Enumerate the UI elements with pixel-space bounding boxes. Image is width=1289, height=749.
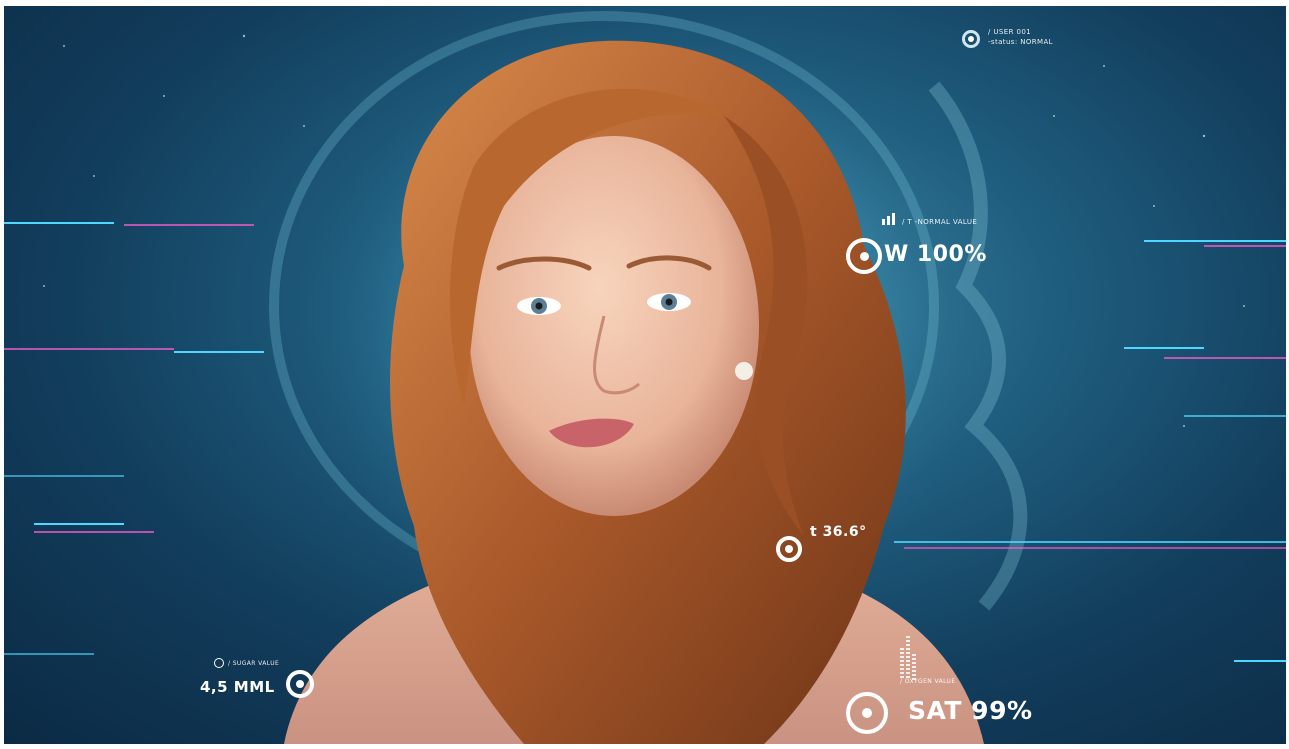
background-art: [4, 6, 1286, 744]
target-icon: [286, 670, 314, 698]
signal-bars-icon: [882, 212, 895, 230]
weight-value: W 100%: [884, 242, 987, 267]
target-icon: [846, 692, 888, 734]
weight-caption: / T -NORMAL VALUE: [902, 218, 978, 226]
target-icon: [846, 238, 882, 274]
poster-scene: / USER 001 -status: NORMAL / T -NORMAL V…: [4, 6, 1286, 744]
ring-icon: [214, 658, 224, 668]
sugar-value: 4,5 MML: [200, 678, 275, 696]
temp-value: t 36.6°: [810, 524, 867, 540]
user-status: -status: NORMAL: [988, 38, 1053, 46]
sat-value: SAT 99%: [908, 696, 1033, 725]
oxygen-caption: / OXYGEN VALUE: [900, 678, 956, 685]
user-ring-icon: [962, 30, 980, 48]
target-icon: [776, 536, 802, 562]
pearl-earring: [735, 362, 753, 380]
sugar-caption: / SUGAR VALUE: [228, 660, 280, 667]
user-id: / USER 001: [988, 28, 1032, 36]
